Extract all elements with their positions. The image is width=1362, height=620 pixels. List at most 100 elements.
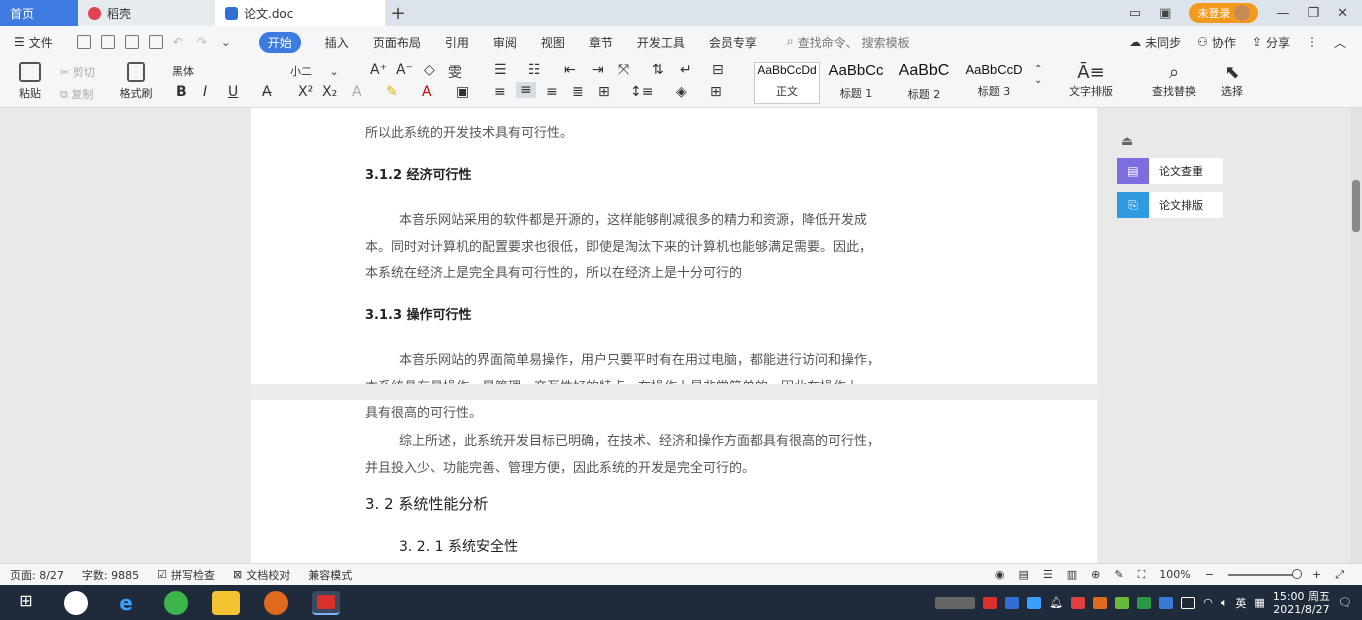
style-heading-1[interactable]: AaBbCc 标题 1 bbox=[824, 62, 888, 101]
bell-icon[interactable]: 🔔︎ bbox=[1049, 596, 1063, 609]
media-app-icon[interactable] bbox=[264, 590, 288, 615]
highlight-icon[interactable]: ✎ bbox=[386, 84, 398, 100]
spell-check-button[interactable]: ☑ 拼写检查 bbox=[157, 567, 215, 583]
wifi-icon[interactable]: ◠ bbox=[1203, 596, 1213, 609]
scrollbar-thumb[interactable] bbox=[1352, 180, 1360, 232]
pinwheel-app-icon[interactable] bbox=[64, 590, 88, 615]
strikethrough-icon[interactable]: A̶ bbox=[262, 84, 272, 100]
number-list-icon[interactable]: ☷ bbox=[528, 62, 541, 78]
shading-icon[interactable]: ◈ bbox=[676, 84, 687, 100]
collab-button[interactable]: ⚇ 协作 bbox=[1197, 34, 1236, 51]
tab-view[interactable]: 视图 bbox=[541, 34, 565, 51]
outdent-icon[interactable]: ⇤ bbox=[564, 62, 576, 78]
internet-explorer-icon[interactable]: e bbox=[112, 591, 140, 615]
format-brush-button[interactable]: 格式刷 bbox=[114, 62, 158, 101]
zoom-level[interactable]: 100% bbox=[1159, 568, 1190, 581]
battery-icon[interactable] bbox=[1181, 596, 1196, 609]
tab-document[interactable]: 论文.doc bbox=[215, 0, 385, 26]
tab-chapter[interactable]: 章节 bbox=[589, 34, 613, 51]
vertical-scrollbar[interactable] bbox=[1350, 108, 1362, 563]
minimize-icon[interactable]: — bbox=[1276, 6, 1289, 21]
italic-button[interactable]: I bbox=[203, 84, 207, 100]
tab-draft[interactable]: 稻壳 bbox=[78, 0, 215, 26]
preview-icon[interactable] bbox=[148, 35, 163, 49]
find-replace-button[interactable]: ⌕ 查找替换 bbox=[1142, 62, 1206, 99]
borders-icon[interactable]: ⊞ bbox=[710, 84, 722, 100]
tray-app-icon[interactable] bbox=[1071, 596, 1086, 609]
distribute-icon[interactable]: ⊞ bbox=[598, 84, 610, 100]
zoom-slider-knob[interactable] bbox=[1291, 568, 1302, 579]
chevron-up-icon[interactable]: ︿ bbox=[1334, 34, 1346, 51]
cut-button[interactable]: ✂ 剪切 bbox=[60, 64, 95, 80]
paper-check-button[interactable]: ▤ 论文查重 bbox=[1117, 158, 1223, 184]
font-size-select[interactable]: 小二 ⌄ bbox=[290, 62, 360, 80]
select-button[interactable]: ⬉ 选择 bbox=[1212, 62, 1252, 99]
page-view-icon[interactable]: ▤ bbox=[1018, 568, 1028, 581]
input-language[interactable]: 英 bbox=[1235, 595, 1246, 611]
shield-icon[interactable] bbox=[1027, 596, 1042, 609]
cpu-monitor-icon[interactable] bbox=[935, 596, 976, 609]
panel-collapse-icon[interactable]: ⏏ bbox=[1121, 134, 1133, 149]
align-center-icon[interactable]: ≡ bbox=[516, 82, 536, 98]
text-effect-icon[interactable]: A bbox=[352, 84, 362, 100]
login-button[interactable]: 未登录 bbox=[1189, 3, 1259, 23]
align-right-icon[interactable]: ≡ bbox=[546, 84, 558, 100]
style-normal[interactable]: AaBbCcDd 正文 bbox=[754, 62, 820, 104]
char-border-icon[interactable]: ▣ bbox=[456, 84, 469, 100]
tray-red-icon[interactable] bbox=[983, 596, 998, 609]
tray-green-icon[interactable] bbox=[1115, 596, 1130, 609]
style-heading-2[interactable]: AaBbC 标题 2 bbox=[892, 62, 956, 102]
fit-page-icon[interactable]: ⛶ bbox=[1138, 568, 1146, 582]
tab-stops-icon[interactable]: ⊟ bbox=[712, 62, 724, 78]
chinese-layout-icon[interactable]: ⤧ bbox=[618, 62, 629, 78]
notification-icon[interactable]: 🗨︎ bbox=[1338, 596, 1352, 609]
browser-icon[interactable] bbox=[164, 590, 188, 615]
tab-references[interactable]: 引用 bbox=[445, 34, 469, 51]
outline-view-icon[interactable]: ☰ bbox=[1043, 568, 1053, 581]
restore-icon[interactable]: ❐ bbox=[1307, 6, 1319, 21]
more-icon[interactable]: ⋮ bbox=[1306, 34, 1318, 51]
align-left-icon[interactable]: ≡ bbox=[494, 84, 506, 100]
tab-home[interactable]: 首页 bbox=[0, 0, 78, 26]
undo-icon[interactable]: ↶ bbox=[173, 35, 187, 49]
tab-start[interactable]: 开始 bbox=[258, 31, 301, 53]
tab-devtools[interactable]: 开发工具 bbox=[637, 34, 685, 51]
tray-blue-icon[interactable] bbox=[1005, 596, 1020, 609]
proofread-button[interactable]: ⊠ 文档校对 bbox=[233, 567, 290, 583]
line-spacing-icon[interactable]: ↕≡ bbox=[630, 84, 653, 100]
redo-icon[interactable]: ↷ bbox=[197, 35, 211, 49]
tab-member[interactable]: 会员专享 bbox=[709, 34, 757, 51]
clear-format-icon[interactable]: ◇ bbox=[424, 62, 435, 78]
shrink-font-icon[interactable]: A⁻ bbox=[396, 62, 413, 78]
pen-icon[interactable]: ✎ bbox=[1114, 568, 1123, 581]
grow-font-icon[interactable]: A⁺ bbox=[370, 62, 387, 78]
eye-protect-icon[interactable]: ◉ bbox=[995, 568, 1005, 581]
show-marks-icon[interactable]: ↵ bbox=[680, 62, 692, 78]
bluetooth-icon[interactable] bbox=[1159, 596, 1174, 609]
share-button[interactable]: ⇪ 分享 bbox=[1252, 34, 1290, 51]
nvidia-icon[interactable] bbox=[1137, 596, 1152, 609]
new-tab-button[interactable]: + bbox=[385, 0, 411, 26]
chevron-down-icon[interactable]: ⌄ bbox=[221, 35, 235, 49]
paste-button[interactable]: 粘贴 bbox=[12, 62, 48, 101]
sort-icon[interactable]: ⇅ bbox=[652, 62, 664, 78]
document-page[interactable]: 所以此系统的开发技术具有可行性。 3.1.2 经济可行性 本音乐网站采用的软件都… bbox=[251, 108, 1097, 563]
zoom-in-button[interactable]: + bbox=[1312, 568, 1321, 581]
window-layout-icon[interactable]: ▭ bbox=[1129, 6, 1141, 21]
system-clock[interactable]: 15:00 周五 2021/8/27 bbox=[1273, 590, 1330, 616]
subscript-icon[interactable]: X₂ bbox=[322, 84, 337, 100]
tab-page-layout[interactable]: 页面布局 bbox=[373, 34, 421, 51]
web-view-icon[interactable]: ⊕ bbox=[1091, 568, 1100, 581]
fullscreen-icon[interactable]: ⤢ bbox=[1335, 568, 1344, 582]
font-color-icon[interactable]: A bbox=[422, 84, 432, 100]
word-count[interactable]: 字数: 9885 bbox=[82, 567, 139, 583]
tab-insert[interactable]: 插入 bbox=[325, 34, 349, 51]
export-icon[interactable] bbox=[100, 35, 115, 49]
font-name-select[interactable]: 黑体 bbox=[172, 62, 282, 80]
bold-button[interactable]: B bbox=[176, 84, 187, 100]
cloud-window-icon[interactable]: ▣ bbox=[1159, 6, 1171, 21]
reading-view-icon[interactable]: ▥ bbox=[1067, 568, 1077, 581]
sync-status[interactable]: ☁ 未同步 bbox=[1129, 34, 1181, 51]
volume-icon[interactable]: 🔈︎ bbox=[1221, 596, 1228, 610]
tray-orange-icon[interactable] bbox=[1093, 596, 1108, 609]
